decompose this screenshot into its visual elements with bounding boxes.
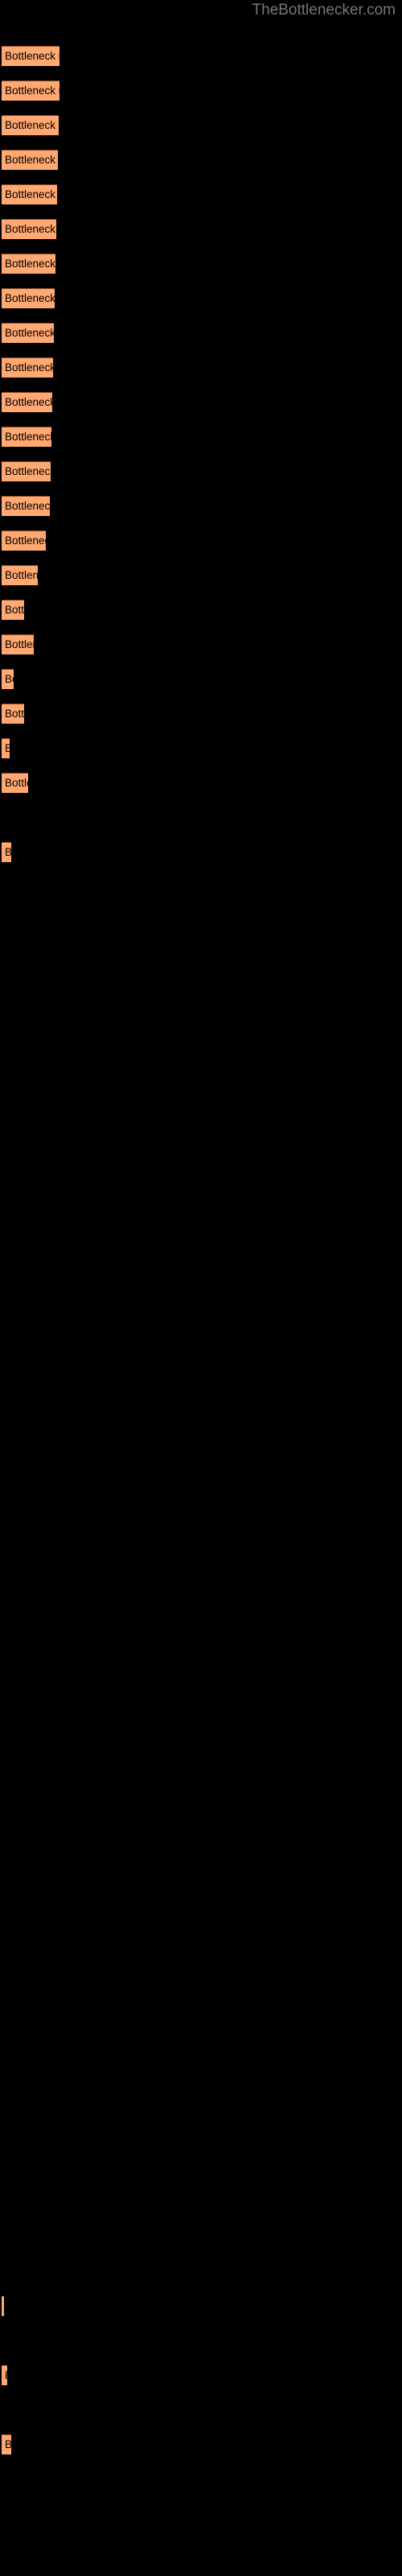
bar-value-label: Bottleneck result xyxy=(5,535,46,547)
bar[interactable]: Bottleneck result xyxy=(2,565,38,585)
bar[interactable]: Bottleneck result xyxy=(2,357,53,378)
bar[interactable]: Bottleneck result xyxy=(2,600,24,620)
bar[interactable]: Bottleneck result xyxy=(2,2365,7,2385)
bar-value-label: Bottleneck result xyxy=(5,673,14,685)
bar-value-label: Bottleneck result xyxy=(5,604,24,616)
bar-value-label: Bottleneck result xyxy=(5,569,38,581)
bar[interactable]: Bottleneck result xyxy=(2,530,46,551)
bar[interactable]: Bottleneck result xyxy=(2,842,11,862)
bar-value-label: Bottleneck result xyxy=(5,741,10,756)
bar-value-label: Bottleneck result xyxy=(5,50,59,62)
bar[interactable]: Bottleneck result xyxy=(2,219,56,239)
bar[interactable]: Bottleneck result xyxy=(2,669,14,689)
bar-value-label: Bottleneck result xyxy=(5,431,51,443)
bar-value-label: Bottleneck result xyxy=(5,2438,11,2452)
bar-value-label: Bottleneck result xyxy=(5,154,58,166)
bar[interactable]: Bottleneck result xyxy=(2,288,55,308)
bar[interactable]: Bottleneck result xyxy=(2,634,34,654)
bar[interactable]: Bottleneck result xyxy=(2,461,51,481)
bar-value-label: Bottleneck result xyxy=(5,2368,7,2383)
bar-value-label: Bottleneck result xyxy=(5,500,50,512)
bar-value-label: Bottleneck result xyxy=(5,223,56,235)
bar[interactable]: Bottleneck result xyxy=(2,392,52,412)
bar-value-label: Bottleneck result xyxy=(5,258,55,270)
bar[interactable]: Bottleneck result xyxy=(2,2296,4,2316)
bar[interactable]: Bottleneck result xyxy=(2,184,57,204)
bar[interactable]: Bottleneck result xyxy=(2,773,28,793)
bar-value-label: Bottleneck result xyxy=(5,85,59,97)
bar[interactable]: Bottleneck result xyxy=(2,80,59,101)
bar-value-label: Bottleneck result xyxy=(5,396,52,408)
bar-value-label: Bottleneck result xyxy=(5,119,59,131)
bar[interactable]: Bottleneck result xyxy=(2,2434,11,2454)
bar-value-label: Bottleneck result xyxy=(5,292,55,304)
bar[interactable]: Bottleneck result xyxy=(2,46,59,66)
bar-value-label: Bottleneck result xyxy=(5,465,51,477)
bar[interactable]: Bottleneck result xyxy=(2,427,51,447)
bar[interactable]: Bottleneck result xyxy=(2,704,24,724)
bar[interactable]: Bottleneck result xyxy=(2,323,54,343)
bar-value-label: Bottleneck result xyxy=(5,845,11,860)
site-watermark: TheBottlenecker.com xyxy=(252,2,396,19)
bar[interactable]: Bottleneck result xyxy=(2,150,58,170)
bar-value-label: Bottleneck result xyxy=(5,638,34,650)
bar[interactable]: Bottleneck result xyxy=(2,254,55,274)
bar-value-label: Bottleneck result xyxy=(5,361,53,374)
bar[interactable]: Bottleneck result xyxy=(2,738,10,758)
bar-chart-canvas: TheBottlenecker.com Bottleneck result Bot… xyxy=(0,0,402,2576)
bar-value-label: Bottleneck result xyxy=(5,327,54,339)
bar[interactable]: Bottleneck result xyxy=(2,115,59,135)
bar-value-label: Bottleneck result xyxy=(5,777,28,789)
bar-value-label: Bottleneck result xyxy=(5,188,57,200)
bar-value-label: Bottleneck result xyxy=(5,708,24,720)
bar[interactable]: Bottleneck result xyxy=(2,496,50,516)
